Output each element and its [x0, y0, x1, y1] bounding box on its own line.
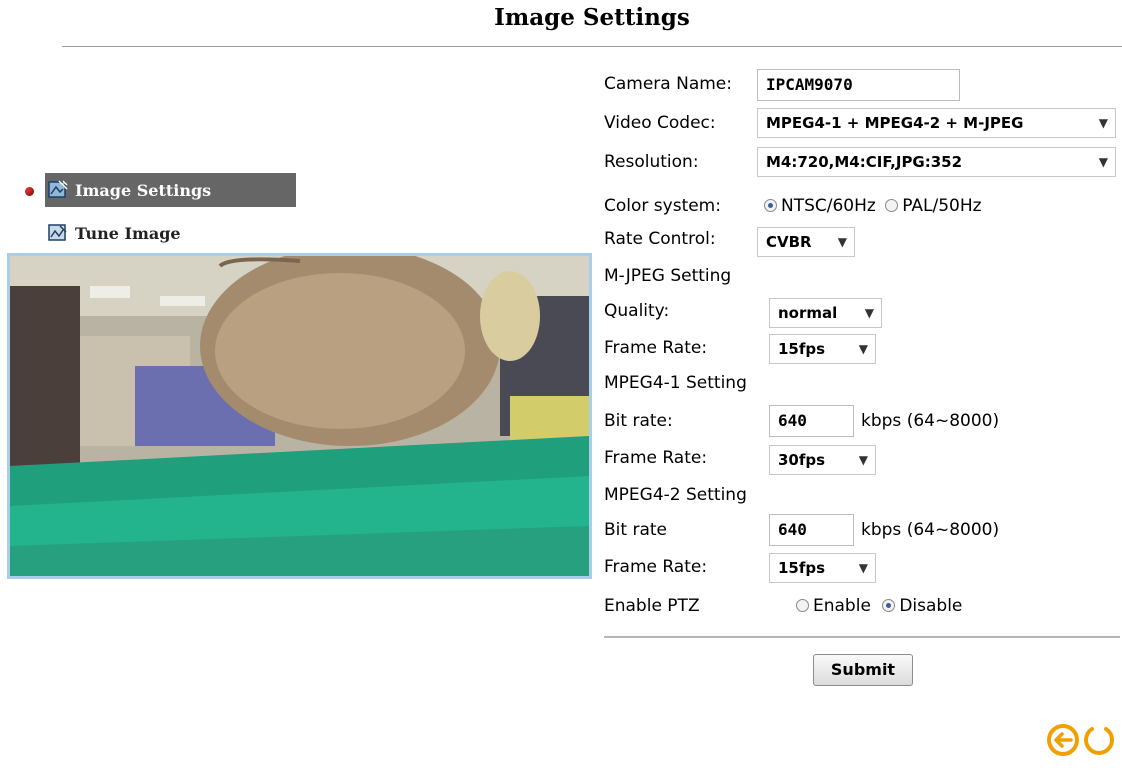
radio-selected-icon: [764, 199, 777, 212]
pal-label: PAL/50Hz: [902, 196, 982, 216]
mpeg4-1-bit-rate-unit: kbps (64~8000): [861, 411, 1000, 431]
resolution-label: Resolution:: [604, 152, 699, 172]
video-codec-value: MPEG4-1 + MPEG4-2 + M-JPEG: [766, 114, 1024, 132]
tune-image-icon: [47, 222, 69, 244]
active-bullet-icon: [25, 187, 34, 196]
ptz-enable-label: Enable: [813, 596, 871, 616]
quality-label: Quality:: [604, 301, 670, 321]
quality-select[interactable]: normal ▼: [769, 298, 882, 328]
sidebar-item-image-settings[interactable]: Image Settings: [45, 173, 296, 207]
sidebar-item-label: Tune Image: [75, 223, 181, 243]
mpeg4-1-frame-rate-label: Frame Rate:: [604, 448, 708, 468]
mjpeg-section-title: M-JPEG Setting: [604, 266, 732, 286]
resolution-select[interactable]: M4:720,M4:CIF,JPG:352 ▼: [757, 147, 1116, 177]
ntsc-radio[interactable]: NTSC/60Hz: [764, 196, 876, 216]
chevron-down-icon: ▼: [858, 561, 868, 575]
color-system-options: NTSC/60Hz PAL/50Hz: [764, 196, 982, 216]
mpeg4-1-bit-rate-label: Bit rate:: [604, 411, 673, 431]
chevron-down-icon: ▼: [1098, 155, 1108, 169]
radio-selected-icon: [882, 599, 896, 612]
pal-radio[interactable]: PAL/50Hz: [885, 196, 982, 216]
radio-unselected-icon: [796, 599, 809, 612]
color-system-label: Color system:: [604, 196, 721, 216]
chevron-down-icon: ▼: [1098, 116, 1108, 130]
mpeg4-1-bit-rate-input[interactable]: 640: [769, 405, 854, 437]
image-settings-icon: [47, 179, 69, 201]
mpeg4-2-bit-rate-label: Bit rate: [604, 520, 667, 540]
title-divider: [62, 46, 1122, 47]
chevron-down-icon: ▼: [837, 235, 847, 249]
resolution-value: M4:720,M4:CIF,JPG:352: [766, 153, 963, 171]
mpeg4-2-frame-rate-select[interactable]: 15fps ▼: [769, 553, 876, 583]
refresh-icon[interactable]: [1082, 723, 1116, 761]
mpeg4-2-bit-rate-input[interactable]: 640: [769, 514, 854, 546]
sidebar-item-label: Image Settings: [75, 180, 212, 200]
mpeg4-2-bit-rate-unit: kbps (64~8000): [861, 520, 1000, 540]
mjpeg-frame-rate-select[interactable]: 15fps ▼: [769, 334, 876, 364]
back-arrow-icon[interactable]: [1046, 723, 1080, 761]
ptz-disable-label: Disable: [899, 596, 963, 616]
sidebar-item-tune-image[interactable]: Tune Image: [45, 218, 181, 248]
mpeg4-1-frame-rate-select[interactable]: 30fps ▼: [769, 445, 876, 475]
quality-value: normal: [778, 304, 838, 322]
video-codec-select[interactable]: MPEG4-1 + MPEG4-2 + M-JPEG ▼: [757, 108, 1116, 138]
mpeg4-2-frame-rate-label: Frame Rate:: [604, 557, 708, 577]
mjpeg-frame-rate-value: 15fps: [778, 340, 826, 358]
chevron-down-icon: ▼: [864, 306, 874, 320]
ptz-enable-radio[interactable]: Enable: [796, 596, 871, 616]
ptz-options: Enable Disable: [796, 596, 962, 616]
chevron-down-icon: ▼: [858, 342, 868, 356]
mpeg4-2-frame-rate-value: 15fps: [778, 559, 826, 577]
rate-control-value: CVBR: [766, 233, 812, 251]
mjpeg-frame-rate-label: Frame Rate:: [604, 338, 708, 358]
mpeg4-1-frame-rate-value: 30fps: [778, 451, 826, 469]
form-divider: [604, 636, 1120, 638]
rate-control-select[interactable]: CVBR ▼: [757, 227, 855, 257]
ptz-disable-radio[interactable]: Disable: [882, 596, 962, 616]
radio-unselected-icon: [885, 199, 899, 212]
rate-control-label: Rate Control:: [604, 229, 716, 249]
mpeg4-1-section-title: MPEG4-1 Setting: [604, 373, 747, 393]
chevron-down-icon: ▼: [858, 453, 868, 467]
page-title: Image Settings: [494, 4, 690, 31]
camera-preview: [7, 253, 592, 579]
submit-button[interactable]: Submit: [813, 654, 913, 686]
camera-name-input[interactable]: IPCAM9070: [757, 69, 960, 101]
camera-name-label: Camera Name:: [604, 74, 732, 94]
mpeg4-2-section-title: MPEG4-2 Setting: [604, 485, 747, 505]
video-codec-label: Video Codec:: [604, 113, 716, 133]
ptz-label: Enable PTZ: [604, 596, 700, 616]
ntsc-label: NTSC/60Hz: [781, 196, 876, 216]
